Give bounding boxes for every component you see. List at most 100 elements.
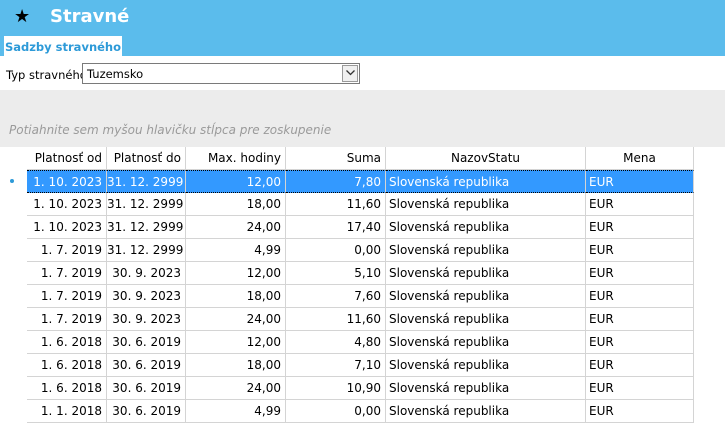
cell-platnost-od[interactable]: 1. 7. 2019 bbox=[27, 239, 107, 262]
table-row[interactable]: 1. 7. 2019 30. 9. 2023 12,00 5,10 Slovenská … bbox=[0, 262, 725, 285]
cell-nazov-statu[interactable]: Slovenská republika bbox=[386, 354, 586, 377]
table-row[interactable]: 1. 7. 2019 30. 9. 2023 18,00 7,60 Slovenská … bbox=[0, 285, 725, 308]
cell-platnost-do[interactable]: 31. 12. 2999 bbox=[107, 170, 186, 193]
cell-platnost-do[interactable]: 31. 12. 2999 bbox=[107, 193, 186, 216]
cell-nazov-statu[interactable]: Slovenská republika bbox=[386, 400, 586, 423]
row-indicator[interactable] bbox=[0, 354, 27, 377]
cell-mena[interactable]: EUR bbox=[586, 354, 694, 377]
row-indicator[interactable] bbox=[0, 193, 27, 216]
cell-mena[interactable]: EUR bbox=[586, 239, 694, 262]
table-row[interactable]: 1. 7. 2019 30. 9. 2023 24,00 11,60 Slovenská… bbox=[0, 308, 725, 331]
row-indicator[interactable] bbox=[0, 331, 27, 354]
column-header-platnost-do[interactable]: Platnosť do bbox=[107, 147, 186, 170]
cell-mena[interactable]: EUR bbox=[586, 193, 694, 216]
cell-mena[interactable]: EUR bbox=[586, 331, 694, 354]
cell-platnost-do[interactable]: 30. 6. 2019 bbox=[107, 331, 186, 354]
table-row[interactable]: 1. 10. 2023 31. 12. 2999 24,00 17,40 Slovens… bbox=[0, 216, 725, 239]
row-indicator[interactable] bbox=[0, 170, 27, 193]
cell-nazov-statu[interactable]: Slovenská republika bbox=[386, 285, 586, 308]
table-row[interactable]: 1. 10. 2023 31. 12. 2999 18,00 11,60 Slovens… bbox=[0, 193, 725, 216]
cell-platnost-od[interactable]: 1. 6. 2018 bbox=[27, 331, 107, 354]
cell-suma[interactable]: 11,60 bbox=[286, 193, 386, 216]
cell-max-hodiny[interactable]: 24,00 bbox=[186, 308, 286, 331]
cell-platnost-do[interactable]: 30. 6. 2019 bbox=[107, 354, 186, 377]
row-indicator[interactable] bbox=[0, 308, 27, 331]
cell-max-hodiny[interactable]: 24,00 bbox=[186, 216, 286, 239]
cell-platnost-od[interactable]: 1. 7. 2019 bbox=[27, 262, 107, 285]
cell-mena[interactable]: EUR bbox=[586, 170, 694, 193]
cell-suma[interactable]: 7,60 bbox=[286, 285, 386, 308]
cell-mena[interactable]: EUR bbox=[586, 400, 694, 423]
cell-max-hodiny[interactable]: 12,00 bbox=[186, 170, 286, 193]
cell-suma[interactable]: 7,10 bbox=[286, 354, 386, 377]
cell-suma[interactable]: 7,80 bbox=[286, 170, 386, 193]
cell-platnost-do[interactable]: 31. 12. 2999 bbox=[107, 239, 186, 262]
row-indicator[interactable] bbox=[0, 216, 27, 239]
cell-suma[interactable]: 10,90 bbox=[286, 377, 386, 400]
row-indicator[interactable] bbox=[0, 239, 27, 262]
cell-max-hodiny[interactable]: 18,00 bbox=[186, 193, 286, 216]
cell-nazov-statu[interactable]: Slovenská republika bbox=[386, 170, 586, 193]
cell-suma[interactable]: 11,60 bbox=[286, 308, 386, 331]
tab-sadzby-stravneho[interactable]: Sadzby stravného bbox=[4, 34, 122, 56]
cell-max-hodiny[interactable]: 12,00 bbox=[186, 262, 286, 285]
cell-suma[interactable]: 17,40 bbox=[286, 216, 386, 239]
cell-mena[interactable]: EUR bbox=[586, 216, 694, 239]
cell-suma[interactable]: 0,00 bbox=[286, 239, 386, 262]
cell-platnost-do[interactable]: 30. 9. 2023 bbox=[107, 262, 186, 285]
cell-mena[interactable]: EUR bbox=[586, 285, 694, 308]
cell-platnost-do[interactable]: 30. 9. 2023 bbox=[107, 285, 186, 308]
column-header-nazov-statu[interactable]: NazovStatu bbox=[386, 147, 586, 170]
cell-platnost-do[interactable]: 30. 6. 2019 bbox=[107, 400, 186, 423]
cell-nazov-statu[interactable]: Slovenská republika bbox=[386, 216, 586, 239]
cell-platnost-od[interactable]: 1. 6. 2018 bbox=[27, 354, 107, 377]
cell-platnost-od[interactable]: 1. 10. 2023 bbox=[27, 170, 107, 193]
cell-platnost-do[interactable]: 30. 6. 2019 bbox=[107, 377, 186, 400]
cell-nazov-statu[interactable]: Slovenská republika bbox=[386, 239, 586, 262]
row-indicator[interactable] bbox=[0, 400, 27, 423]
column-header-platnost-od[interactable]: Platnosť od bbox=[27, 147, 107, 170]
typ-stravneho-select[interactable]: Tuzemsko bbox=[82, 63, 360, 84]
row-indicator[interactable] bbox=[0, 285, 27, 308]
table-row[interactable]: 1. 6. 2018 30. 6. 2019 18,00 7,10 Slovenská … bbox=[0, 354, 725, 377]
table-row[interactable]: 1. 10. 2023 31. 12. 2999 12,00 7,80 Slovensk… bbox=[0, 170, 725, 193]
cell-max-hodiny[interactable]: 24,00 bbox=[186, 377, 286, 400]
cell-mena[interactable]: EUR bbox=[586, 262, 694, 285]
cell-max-hodiny[interactable]: 18,00 bbox=[186, 285, 286, 308]
cell-platnost-od[interactable]: 1. 10. 2023 bbox=[27, 193, 107, 216]
cell-nazov-statu[interactable]: Slovenská republika bbox=[386, 193, 586, 216]
group-by-panel[interactable]: Potiahnite sem myšou hlavičku stĺpca pre… bbox=[0, 90, 725, 147]
cell-max-hodiny[interactable]: 12,00 bbox=[186, 331, 286, 354]
table-row[interactable]: 1. 7. 2019 31. 12. 2999 4,99 0,00 Slovenská … bbox=[0, 239, 725, 262]
column-header-max-hodiny[interactable]: Max. hodiny bbox=[186, 147, 286, 170]
table-row[interactable]: 1. 6. 2018 30. 6. 2019 12,00 4,80 Slovenská … bbox=[0, 331, 725, 354]
cell-nazov-statu[interactable]: Slovenská republika bbox=[386, 377, 586, 400]
data-grid[interactable]: Platnosť od Platnosť do Max. hodiny Suma… bbox=[0, 147, 725, 435]
cell-nazov-statu[interactable]: Slovenská republika bbox=[386, 331, 586, 354]
star-icon[interactable]: ★ bbox=[14, 7, 30, 27]
cell-max-hodiny[interactable]: 4,99 bbox=[186, 400, 286, 423]
table-row[interactable]: 1. 6. 2018 30. 6. 2019 24,00 10,90 Slovenská… bbox=[0, 377, 725, 400]
cell-platnost-do[interactable]: 31. 12. 2999 bbox=[107, 216, 186, 239]
table-row[interactable]: 1. 1. 2018 30. 6. 2019 4,99 0,00 Slovenská r… bbox=[0, 400, 725, 423]
cell-platnost-od[interactable]: 1. 7. 2019 bbox=[27, 308, 107, 331]
cell-max-hodiny[interactable]: 18,00 bbox=[186, 354, 286, 377]
cell-platnost-od[interactable]: 1. 7. 2019 bbox=[27, 285, 107, 308]
cell-platnost-od[interactable]: 1. 1. 2018 bbox=[27, 400, 107, 423]
cell-mena[interactable]: EUR bbox=[586, 308, 694, 331]
cell-suma[interactable]: 4,80 bbox=[286, 331, 386, 354]
dropdown-button[interactable] bbox=[342, 65, 358, 82]
column-header-mena[interactable]: Mena bbox=[586, 147, 694, 170]
cell-max-hodiny[interactable]: 4,99 bbox=[186, 239, 286, 262]
cell-nazov-statu[interactable]: Slovenská republika bbox=[386, 262, 586, 285]
cell-platnost-od[interactable]: 1. 6. 2018 bbox=[27, 377, 107, 400]
row-indicator[interactable] bbox=[0, 377, 27, 400]
cell-mena[interactable]: EUR bbox=[586, 377, 694, 400]
cell-suma[interactable]: 0,00 bbox=[286, 400, 386, 423]
cell-nazov-statu[interactable]: Slovenská republika bbox=[386, 308, 586, 331]
row-indicator[interactable] bbox=[0, 262, 27, 285]
cell-platnost-do[interactable]: 30. 9. 2023 bbox=[107, 308, 186, 331]
cell-suma[interactable]: 5,10 bbox=[286, 262, 386, 285]
cell-platnost-od[interactable]: 1. 10. 2023 bbox=[27, 216, 107, 239]
column-header-suma[interactable]: Suma bbox=[286, 147, 386, 170]
